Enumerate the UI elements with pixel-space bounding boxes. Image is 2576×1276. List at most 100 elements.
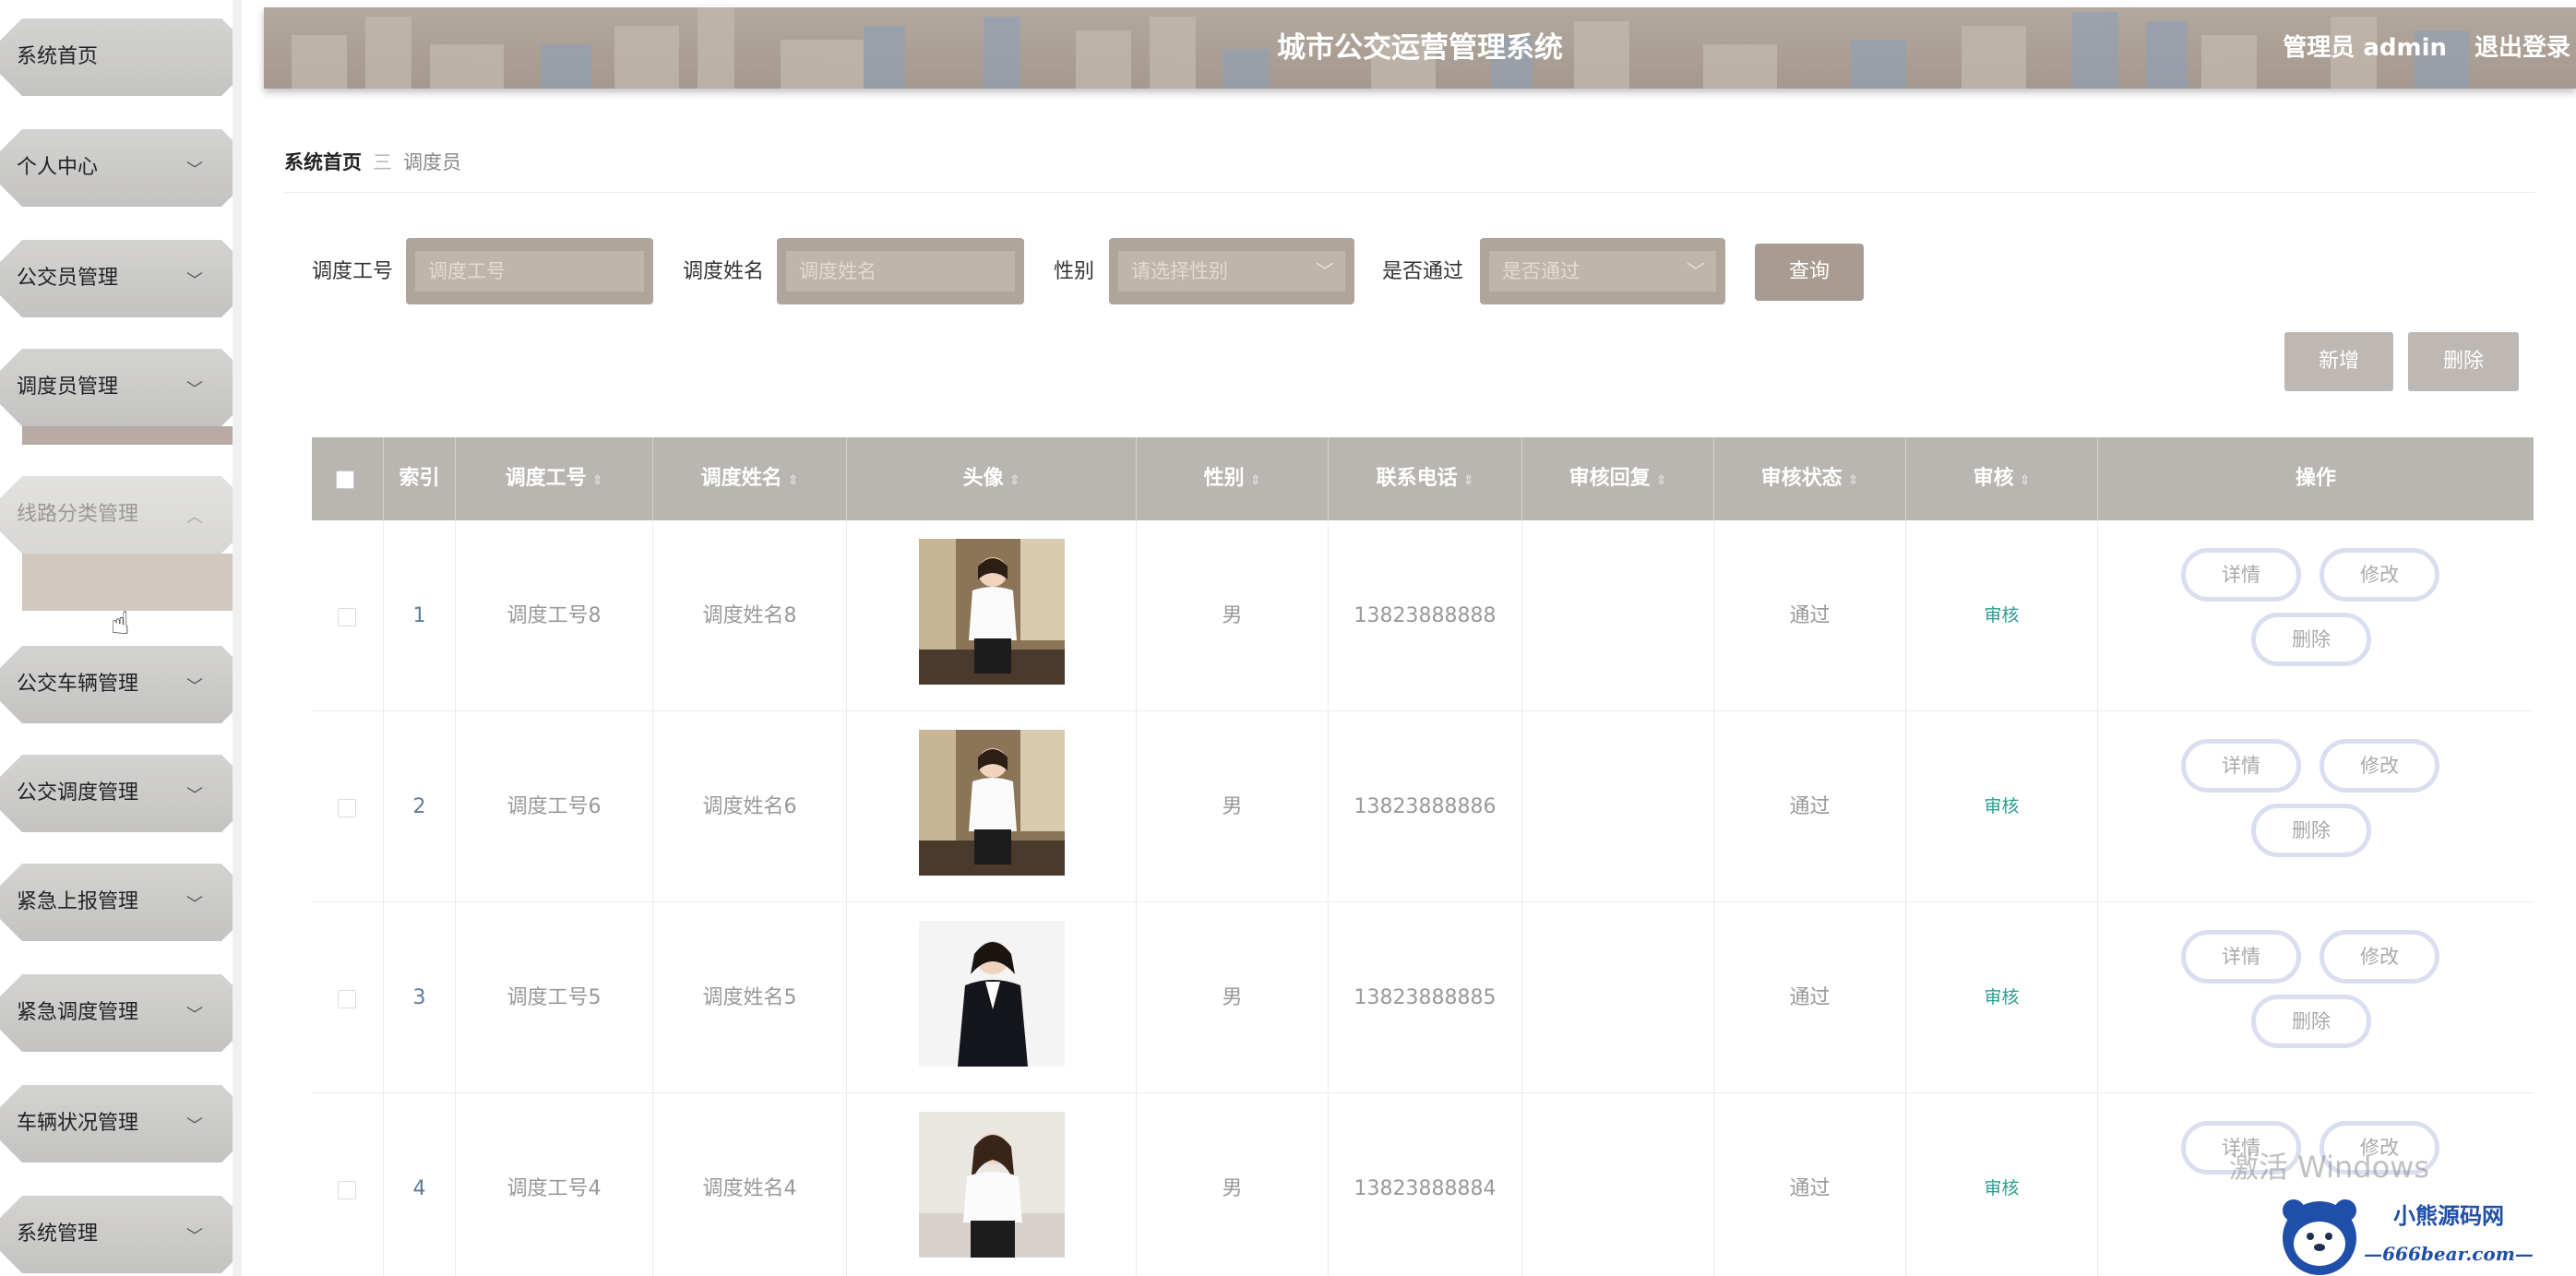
cell-actions: 详情 修改 删除 bbox=[2098, 902, 2534, 1093]
submenu-item[interactable] bbox=[22, 554, 233, 611]
row-checkbox[interactable] bbox=[338, 608, 356, 626]
sort-icon[interactable]: ⇕ bbox=[1250, 473, 1261, 488]
audit-link[interactable]: 审核 bbox=[1906, 520, 2098, 711]
add-button[interactable]: 新增 bbox=[2284, 332, 2393, 391]
col-actions-label: 操作 bbox=[2295, 467, 2336, 490]
col-gender-label: 性别 bbox=[1203, 467, 1245, 490]
detail-button[interactable]: 详情 bbox=[2181, 739, 2301, 793]
sidebar-item-dispatcher[interactable]: 调度员管理 ﹀ bbox=[0, 349, 233, 426]
bulk-delete-button[interactable]: 删除 bbox=[2408, 332, 2519, 391]
audit-link[interactable]: 审核 bbox=[1906, 1093, 2098, 1276]
sidebar-item-bus-staff[interactable]: 公交员管理 ﹀ bbox=[0, 240, 233, 317]
sidebar-item-route-category[interactable]: 线路分类管理 ︿ bbox=[0, 476, 233, 554]
approved-select[interactable]: 是否通过 ﹀ bbox=[1489, 251, 1716, 292]
table-header: 索引 调度工号 ⇕ 调度姓名 ⇕ 头像 ⇕ 性别 ⇕ 联系电话 ⇕ 审核回复 ⇕ 审核状态 ⇕… bbox=[312, 437, 2534, 520]
audit-link[interactable]: 审核 bbox=[1906, 902, 2098, 1093]
col-phone[interactable]: 联系电话 ⇕ bbox=[1329, 437, 1522, 520]
chevron-down-icon: ﹀ bbox=[186, 1227, 203, 1246]
avatar-image[interactable] bbox=[919, 730, 1065, 876]
delete-button[interactable]: 删除 bbox=[2251, 995, 2371, 1048]
row-checkbox[interactable] bbox=[338, 990, 356, 1008]
audit-link[interactable]: 审核 bbox=[1906, 711, 2098, 902]
sidebar-item-home[interactable]: 系统首页 bbox=[0, 18, 233, 96]
cell-index: 2 bbox=[384, 711, 456, 902]
cell-actions: 详情 修改 删除 bbox=[2098, 711, 2534, 902]
sidebar-item-system[interactable]: 系统管理 ﹀ bbox=[0, 1196, 233, 1273]
dispatcher-name-field-frame bbox=[777, 238, 1024, 304]
dispatcher-id-input[interactable] bbox=[415, 251, 644, 292]
row-check-cell bbox=[312, 711, 384, 902]
avatar-image[interactable] bbox=[919, 539, 1065, 685]
col-dispatcher-name[interactable]: 调度姓名 ⇕ bbox=[653, 437, 847, 520]
col-gender[interactable]: 性别 ⇕ bbox=[1137, 437, 1329, 520]
delete-button[interactable]: 删除 bbox=[2251, 804, 2371, 857]
avatar-image[interactable] bbox=[919, 1112, 1065, 1258]
detail-button[interactable]: 详情 bbox=[2181, 930, 2301, 984]
row-checkbox[interactable] bbox=[338, 799, 356, 817]
cell-index: 1 bbox=[384, 520, 456, 711]
col-phone-label: 联系电话 bbox=[1376, 467, 1458, 490]
table-row: 4 调度工号4 调度姓名4 男 13823888884 通过 审核 详情 修改 bbox=[312, 1093, 2534, 1276]
gender-select-frame: 请选择性别 ﹀ bbox=[1109, 238, 1354, 304]
approved-select-placeholder: 是否通过 bbox=[1502, 260, 1580, 282]
sidebar: 系统首页 个人中心 ﹀ 公交员管理 ﹀ 调度员管理 ﹀ 线路分类管理 ︿ ☝ 公… bbox=[0, 0, 242, 1276]
select-all-checkbox[interactable] bbox=[336, 471, 354, 489]
dispatcher-id-label: 调度工号 bbox=[312, 260, 394, 283]
sort-icon[interactable]: ⇕ bbox=[1656, 473, 1667, 488]
cell-actions: 详情 修改 删除 bbox=[2098, 520, 2534, 711]
sidebar-item-personal-center[interactable]: 个人中心 ﹀ bbox=[0, 129, 233, 207]
col-review[interactable]: 审核 ⇕ bbox=[1906, 437, 2098, 520]
chevron-down-icon: ﹀ bbox=[186, 1006, 203, 1025]
hand-cursor-icon: ☝ bbox=[111, 605, 130, 642]
col-review-reply-label: 审核回复 bbox=[1568, 467, 1651, 490]
row-checkbox[interactable] bbox=[338, 1181, 356, 1199]
cell-avatar bbox=[847, 520, 1137, 711]
breadcrumb-home[interactable]: 系统首页 bbox=[284, 151, 362, 173]
avatar-image[interactable] bbox=[919, 921, 1065, 1067]
sort-icon[interactable]: ⇕ bbox=[1848, 473, 1859, 488]
cell-gender: 男 bbox=[1137, 902, 1329, 1093]
col-avatar[interactable]: 头像 ⇕ bbox=[847, 437, 1137, 520]
gender-select[interactable]: 请选择性别 ﹀ bbox=[1118, 251, 1345, 292]
query-button[interactable]: 查询 bbox=[1755, 244, 1864, 301]
sidebar-item-label: 调度员管理 bbox=[17, 376, 119, 399]
chevron-down-icon: ﹀ bbox=[1687, 260, 1705, 282]
logout-link[interactable]: 退出登录 bbox=[2475, 7, 2570, 89]
col-review-reply[interactable]: 审核回复 ⇕ bbox=[1522, 437, 1714, 520]
sidebar-item-emergency-report[interactable]: 紧急上报管理 ﹀ bbox=[0, 864, 233, 941]
detail-button[interactable]: 详情 bbox=[2181, 548, 2301, 602]
cell-dispatcher-id: 调度工号6 bbox=[456, 711, 653, 902]
chevron-down-icon: ﹀ bbox=[186, 677, 203, 697]
sidebar-item-emergency-dispatch[interactable]: 紧急调度管理 ﹀ bbox=[0, 974, 233, 1052]
edit-button[interactable]: 修改 bbox=[2320, 930, 2439, 984]
edit-button[interactable]: 修改 bbox=[2320, 548, 2439, 602]
chevron-down-icon: ﹀ bbox=[1316, 260, 1334, 282]
sort-icon[interactable]: ⇕ bbox=[1463, 473, 1474, 488]
table-row: 2 调度工号6 调度姓名6 男 13823888886 通过 审核 详情 修改 … bbox=[312, 711, 2534, 902]
sort-icon[interactable]: ⇕ bbox=[788, 473, 799, 488]
col-dispatcher-id[interactable]: 调度工号 ⇕ bbox=[456, 437, 653, 520]
sidebar-item-vehicle-status[interactable]: 车辆状况管理 ﹀ bbox=[0, 1085, 233, 1163]
sort-icon[interactable]: ⇕ bbox=[592, 473, 603, 488]
sort-icon[interactable]: ⇕ bbox=[1009, 473, 1020, 488]
gender-select-placeholder: 请选择性别 bbox=[1131, 260, 1228, 282]
cell-review-status: 通过 bbox=[1714, 902, 1906, 1093]
dispatcher-name-input[interactable] bbox=[786, 251, 1015, 292]
sidebar-item-label: 公交员管理 bbox=[17, 267, 119, 290]
cell-review-reply bbox=[1522, 1093, 1714, 1276]
col-review-label: 审核 bbox=[1973, 467, 2014, 490]
chevron-down-icon: ﹀ bbox=[186, 380, 203, 399]
delete-button[interactable]: 删除 bbox=[2251, 613, 2371, 666]
breadcrumb: 系统首页三调度员 bbox=[284, 148, 461, 175]
chevron-down-icon: ﹀ bbox=[186, 1116, 203, 1136]
submenu-active-bar[interactable] bbox=[22, 426, 233, 445]
sidebar-item-bus-dispatch[interactable]: 公交调度管理 ﹀ bbox=[0, 755, 233, 832]
sidebar-item-label: 系统管理 bbox=[17, 1222, 99, 1246]
sidebar-item-bus-vehicle[interactable]: 公交车辆管理 ﹀ bbox=[0, 646, 233, 723]
cell-avatar bbox=[847, 1093, 1137, 1276]
col-review-status[interactable]: 审核状态 ⇕ bbox=[1714, 437, 1906, 520]
table-row: 1 调度工号8 调度姓名8 男 13823888888 通过 审核 详情 修改 … bbox=[312, 520, 2534, 711]
edit-button[interactable]: 修改 bbox=[2320, 739, 2439, 793]
row-check-cell bbox=[312, 1093, 384, 1276]
sort-icon[interactable]: ⇕ bbox=[2020, 473, 2031, 488]
